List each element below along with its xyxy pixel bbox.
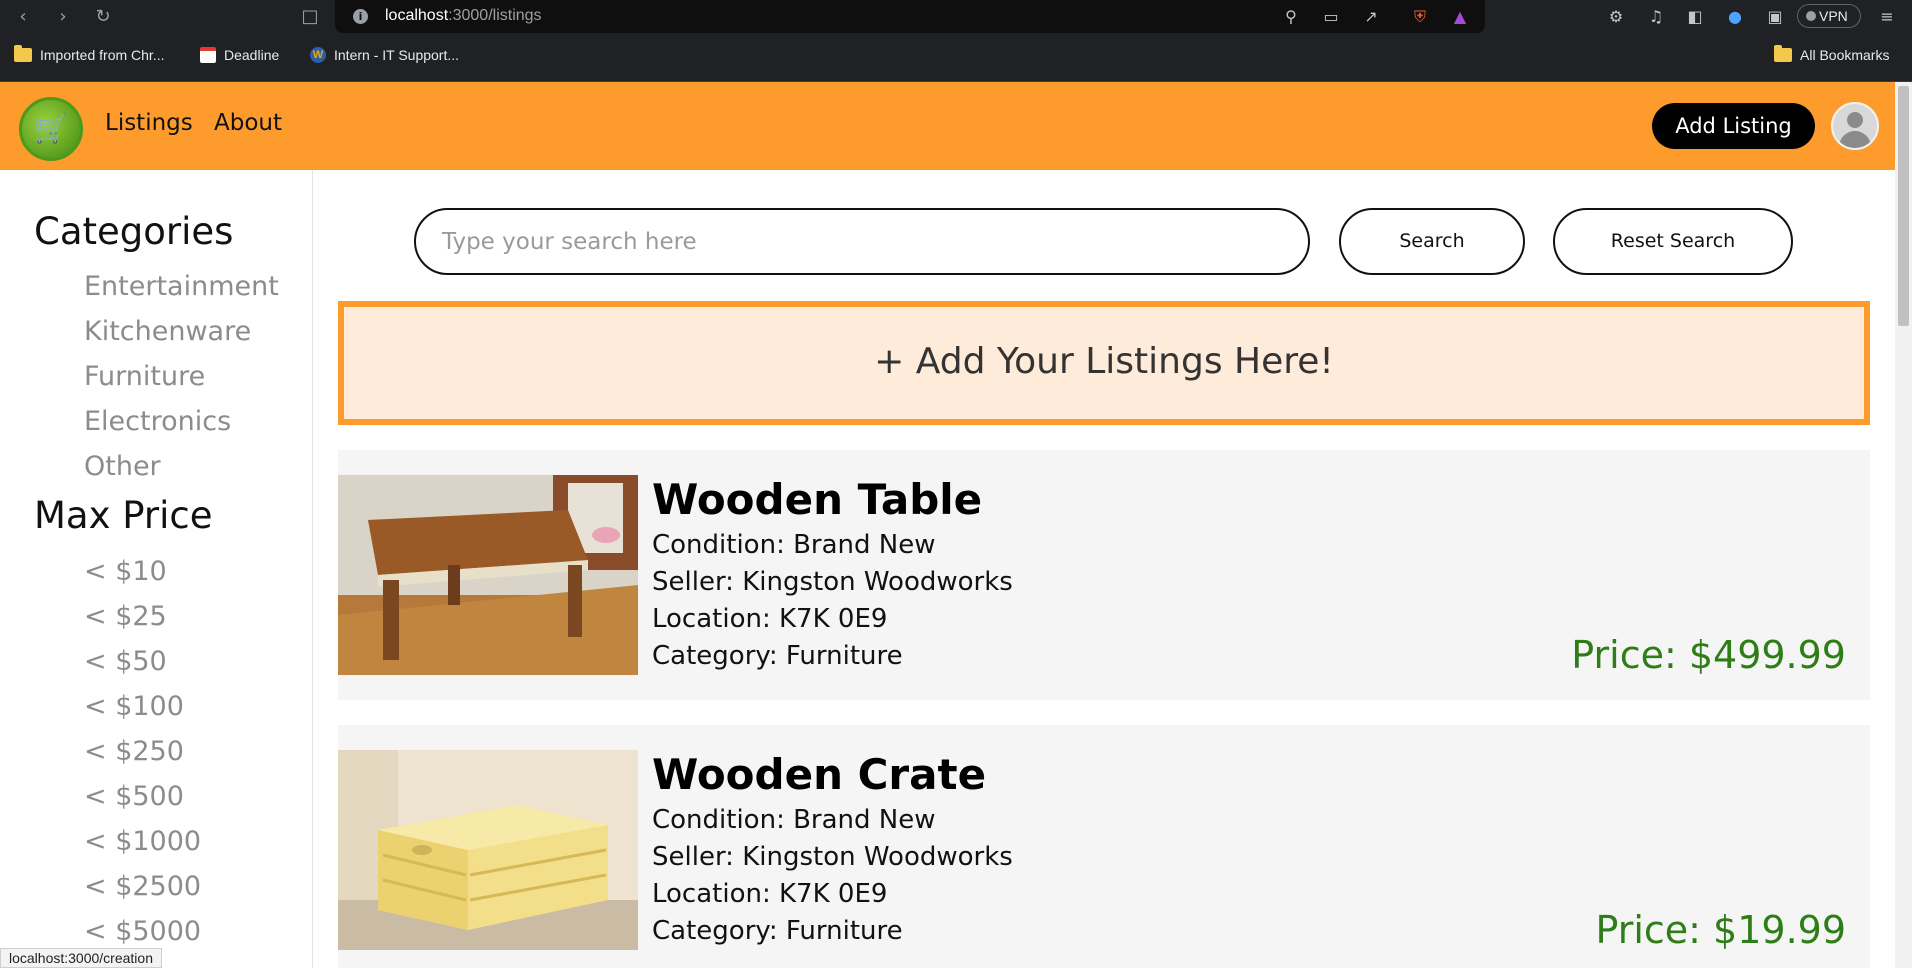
reload-icon[interactable]: ↻ [90,4,116,30]
add-listing-button[interactable]: Add Listing [1652,103,1815,149]
listing-condition: Condition: Brand New [652,530,936,560]
max-price-heading: Max Price [34,494,213,537]
music-icon[interactable]: ♫ [1645,6,1667,28]
price-filter-5000[interactable]: < $5000 [84,916,201,947]
sidebar-icon[interactable]: ◧ [1684,6,1706,28]
bookmark-page-icon[interactable]: □ [297,4,323,30]
add-listing-banner[interactable]: + Add Your Listings Here! [338,301,1870,425]
bookmark-intern[interactable]: W Intern - IT Support... [310,47,459,63]
price-filter-2500[interactable]: < $2500 [84,871,201,902]
folder-icon [14,45,32,62]
extensions-icon[interactable]: ⚙ [1605,6,1627,28]
nav-about[interactable]: About [214,110,282,136]
key-icon[interactable]: ⚲ [1280,6,1302,28]
bookmark-imported[interactable]: Imported from Chr... [14,45,164,63]
reset-search-button[interactable]: Reset Search [1553,208,1793,275]
listing-image-table[interactable] [338,475,638,675]
search-input[interactable] [414,208,1310,275]
category-electronics[interactable]: Electronics [84,406,231,437]
link-status-tooltip: localhost:3000/creation [0,948,162,968]
address-bar[interactable]: i localhost:3000/listings ⚲ ▭ ↗ ⛨ ▲ [335,0,1485,33]
vpn-label: VPN [1819,8,1848,24]
user-avatar-icon[interactable] [1831,102,1879,150]
category-other[interactable]: Other [84,451,161,482]
category-entertainment[interactable]: Entertainment [84,271,279,302]
back-icon[interactable]: ‹ [10,4,36,30]
listing-location: Location: K7K 0E9 [652,879,888,909]
price-filter-100[interactable]: < $100 [84,691,184,722]
all-bookmarks[interactable]: All Bookmarks [1774,45,1889,63]
brave-rewards-icon[interactable]: ▲ [1449,6,1471,28]
listing-title[interactable]: Wooden Crate [652,750,986,799]
calendar-icon [200,47,216,63]
listing-price: Price: $19.99 [1595,908,1846,952]
scroll-thumb[interactable] [1898,86,1909,326]
wallet-icon[interactable]: ▣ [1764,6,1786,28]
bookmark-deadline[interactable]: Deadline [200,47,279,63]
browser-toolbar: ‹ › ↻ □ i localhost:3000/listings ⚲ ▭ ↗ … [0,0,1912,33]
search-button[interactable]: Search [1339,208,1525,275]
listing-seller: Seller: Kingston Woodworks [652,842,1013,872]
listing-card[interactable]: Wooden Crate Condition: Brand New Seller… [338,725,1870,968]
listing-category: Category: Furniture [652,916,903,946]
bookmarks-bar [0,33,1912,82]
price-filter-50[interactable]: < $50 [84,646,167,677]
price-filter-500[interactable]: < $500 [84,781,184,812]
app-header: 🛒 Listings About Add Listing [0,82,1895,170]
url-text: localhost:3000/listings [385,7,542,24]
listing-location: Location: K7K 0E9 [652,604,888,634]
listing-condition: Condition: Brand New [652,805,936,835]
price-filter-1000[interactable]: < $1000 [84,826,201,857]
nav-listings[interactable]: Listings [105,110,193,136]
vpn-button[interactable]: VPN [1797,4,1861,28]
profile-globe-icon[interactable]: ● [1724,6,1746,28]
cart-logo-icon[interactable]: 🛒 [19,97,83,161]
listing-seller: Seller: Kingston Woodworks [652,567,1013,597]
listing-image-crate[interactable] [338,750,638,950]
price-filter-250[interactable]: < $250 [84,736,184,767]
category-kitchenware[interactable]: Kitchenware [84,316,251,347]
forward-icon[interactable]: › [50,4,76,30]
cast-icon[interactable]: ▭ [1320,6,1342,28]
categories-heading: Categories [34,210,234,253]
site-info-icon[interactable]: i [353,9,368,24]
page-scrollbar[interactable] [1895,82,1912,968]
wordpress-icon: W [310,47,326,63]
listing-title[interactable]: Wooden Table [652,475,982,524]
listing-price: Price: $499.99 [1571,633,1846,677]
category-furniture[interactable]: Furniture [84,361,205,392]
price-filter-25[interactable]: < $25 [84,601,167,632]
brave-shield-icon[interactable]: ⛨ [1409,6,1431,28]
listing-card[interactable]: Wooden Table Condition: Brand New Seller… [338,450,1870,700]
listing-category: Category: Furniture [652,641,903,671]
menu-icon[interactable]: ≡ [1876,6,1898,28]
filter-sidebar: Categories Entertainment Kitchenware Fur… [0,170,313,968]
price-filter-10[interactable]: < $10 [84,556,167,587]
folder-icon [1774,45,1792,62]
share-icon[interactable]: ↗ [1360,6,1382,28]
